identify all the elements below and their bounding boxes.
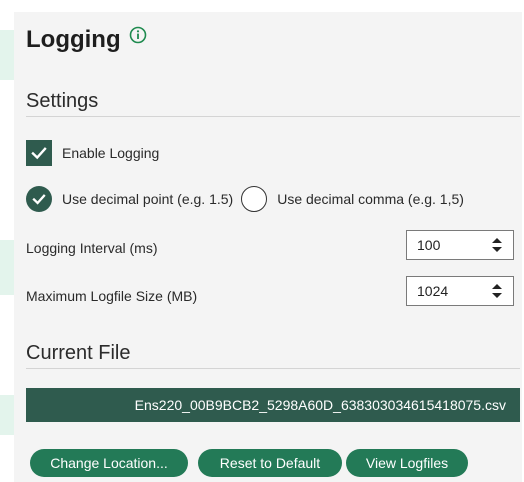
arrow-down-icon[interactable]: [491, 292, 503, 299]
decimal-comma-label: Use decimal comma (e.g. 1,5): [277, 191, 464, 207]
divider: [26, 368, 520, 369]
decimal-comma-radio[interactable]: [241, 186, 268, 212]
current-file-path: Ens220_00B9BCB2_5298A60D_638303034615418…: [26, 388, 520, 422]
arrow-up-icon[interactable]: [491, 237, 503, 244]
view-logfiles-button[interactable]: View Logfiles: [346, 449, 468, 477]
enable-logging-row[interactable]: Enable Logging: [26, 140, 159, 166]
max-logfile-size-spinner[interactable]: 1024: [406, 276, 514, 306]
change-location-button[interactable]: Change Location...: [30, 449, 188, 477]
settings-heading: Settings: [26, 90, 99, 112]
divider: [26, 116, 520, 117]
decimal-point-radio[interactable]: [26, 186, 52, 212]
arrow-down-icon[interactable]: [491, 246, 503, 253]
title-row: Logging: [26, 26, 147, 54]
decimal-point-label: Use decimal point (e.g. 1.5): [62, 191, 234, 207]
checkmark-icon: [32, 194, 46, 205]
reset-to-default-button[interactable]: Reset to Default: [198, 449, 342, 477]
arrow-up-icon[interactable]: [491, 283, 503, 290]
logging-panel: Logging Settings Enable Logging Use deci…: [14, 12, 522, 482]
current-file-heading: Current File: [26, 342, 131, 364]
logging-interval-value[interactable]: 100: [417, 237, 440, 253]
enable-logging-checkbox[interactable]: [26, 140, 52, 166]
max-logfile-size-value[interactable]: 1024: [417, 283, 448, 299]
checkmark-icon: [31, 147, 47, 160]
enable-logging-label: Enable Logging: [62, 145, 160, 161]
info-icon[interactable]: [129, 26, 147, 44]
logging-interval-spinner[interactable]: 100: [406, 230, 514, 260]
spinner-arrows[interactable]: [491, 283, 503, 299]
decimal-format-row: Use decimal point (e.g. 1.5) Use decimal…: [26, 186, 464, 212]
spinner-arrows[interactable]: [491, 237, 503, 253]
logging-interval-label: Logging Interval (ms): [26, 240, 158, 256]
page-title: Logging: [26, 26, 121, 53]
max-logfile-size-label: Maximum Logfile Size (MB): [26, 288, 198, 304]
